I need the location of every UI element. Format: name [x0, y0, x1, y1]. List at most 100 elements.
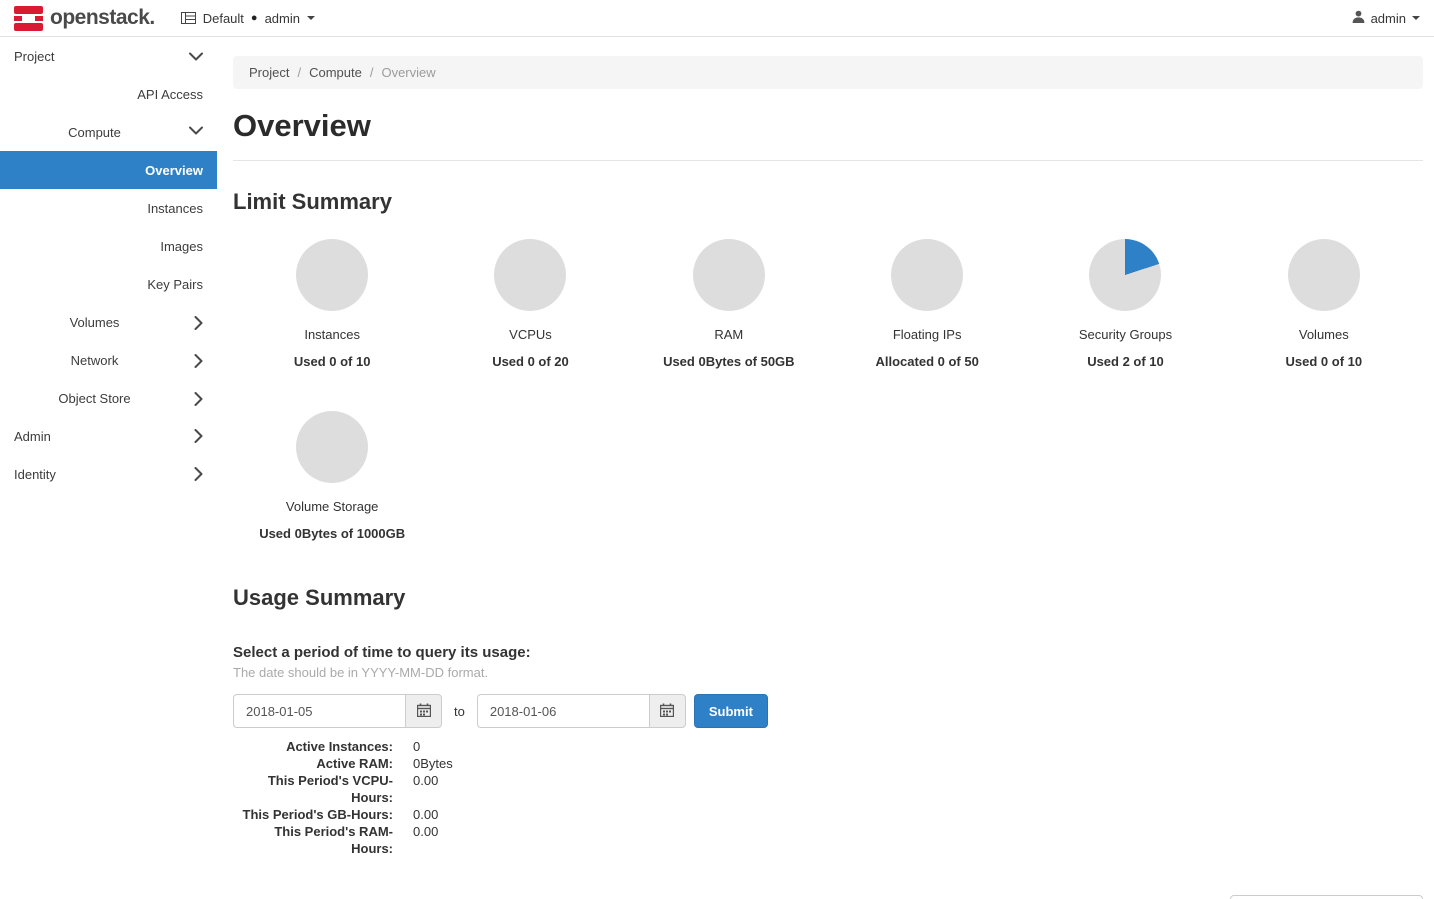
sidebar: Project API Access Compute Overview Inst…: [0, 37, 217, 899]
stat-label: Active Instances:: [233, 738, 393, 755]
limit-chart-floating-ips: Floating IPs Allocated 0 of 50: [828, 223, 1026, 369]
separator-dot: ●: [251, 12, 258, 24]
pie-chart-caption: Used 0 of 10: [1286, 354, 1363, 369]
date-from-group: [233, 694, 442, 728]
user-menu[interactable]: admin: [1352, 10, 1420, 26]
stat-row-ram-hours: This Period's RAM-Hours: 0.00: [233, 823, 1423, 857]
pie-chart-caption: Used 0Bytes of 50GB: [663, 354, 795, 369]
sidebar-item-instances[interactable]: Instances: [0, 189, 217, 227]
pie-chart-caption: Used 2 of 10: [1087, 354, 1164, 369]
sidebar-item-admin[interactable]: Admin: [0, 417, 217, 455]
sidebar-item-compute[interactable]: Compute: [0, 113, 217, 151]
limit-chart-volumes: Volumes Used 0 of 10: [1225, 223, 1423, 369]
limit-chart-volume-storage: Volume Storage Used 0Bytes of 1000GB: [233, 395, 431, 541]
sidebar-item-label: Network: [71, 353, 119, 368]
usage-summary-heading: Usage Summary: [233, 585, 1423, 611]
date-to-group: [477, 694, 686, 728]
submit-button[interactable]: Submit: [694, 694, 768, 728]
chevron-right-icon: [194, 467, 203, 481]
pie-chart-label: Volume Storage: [286, 499, 379, 514]
limit-summary-charts: Instances Used 0 of 10 VCPUs Used 0 of 2…: [233, 223, 1423, 541]
pie-chart-label: Floating IPs: [893, 327, 962, 342]
domain-label: Default: [203, 11, 244, 26]
main-content: Project / Compute / Overview Overview Li…: [217, 37, 1434, 899]
stat-row-vcpu-hours: This Period's VCPU-Hours: 0.00: [233, 772, 1423, 806]
sidebar-item-key-pairs[interactable]: Key Pairs: [0, 265, 217, 303]
sidebar-item-label: API Access: [137, 87, 203, 102]
limit-summary-heading: Limit Summary: [233, 189, 1423, 215]
sidebar-item-label: Object Store: [58, 391, 130, 406]
user-icon: [1352, 10, 1365, 26]
stat-value: 0.00: [413, 806, 438, 823]
pie-chart-caption: Allocated 0 of 50: [876, 354, 979, 369]
sidebar-item-overview[interactable]: Overview: [0, 151, 217, 189]
breadcrumb-compute[interactable]: Compute: [309, 65, 362, 80]
date-to-calendar-addon[interactable]: [649, 694, 686, 728]
breadcrumb-separator: /: [297, 65, 301, 80]
stat-value: 0Bytes: [413, 755, 453, 772]
domain-project-switcher[interactable]: Default ● admin: [181, 11, 315, 26]
sidebar-item-label: Volumes: [70, 315, 120, 330]
calendar-icon: [660, 703, 674, 720]
sidebar-item-label: Images: [160, 239, 203, 254]
pie-chart-label: Instances: [304, 327, 360, 342]
caret-down-icon: [307, 16, 315, 20]
th-list-icon: [181, 12, 196, 24]
pie-chart-caption: Used 0 of 20: [492, 354, 569, 369]
date-range-form: to Submit: [233, 694, 1423, 728]
limit-chart-ram: RAM Used 0Bytes of 50GB: [630, 223, 828, 369]
download-csv-button[interactable]: Download CSV Summary: [1230, 895, 1423, 899]
sidebar-item-label: Compute: [68, 125, 121, 140]
caret-down-icon: [1412, 16, 1420, 20]
pie-chart-label: Volumes: [1299, 327, 1349, 342]
user-name: admin: [1371, 11, 1406, 26]
calendar-icon: [417, 703, 431, 720]
sidebar-item-volumes[interactable]: Volumes: [0, 303, 217, 341]
stat-label: This Period's VCPU-Hours:: [233, 772, 393, 806]
pie-chart-volume-storage: [296, 411, 368, 483]
chevron-right-icon: [194, 316, 203, 330]
chevron-right-icon: [194, 429, 203, 443]
title-divider: [233, 160, 1423, 161]
brand-wordmark: openstack.: [50, 6, 155, 30]
period-help-text: The date should be in YYYY-MM-DD format.: [233, 665, 1423, 680]
project-label: admin: [265, 11, 300, 26]
pie-chart-label: Security Groups: [1079, 327, 1172, 342]
stat-label: This Period's RAM-Hours:: [233, 823, 393, 857]
stat-label: Active RAM:: [233, 755, 393, 772]
date-from-calendar-addon[interactable]: [405, 694, 442, 728]
stat-value: 0: [413, 738, 420, 755]
pie-chart-caption: Used 0Bytes of 1000GB: [259, 526, 405, 541]
brand-logo[interactable]: openstack.: [14, 6, 155, 31]
usage-table-header: Usage Download CSV Summary: [233, 895, 1423, 899]
to-label: to: [454, 704, 465, 719]
date-to-input[interactable]: [477, 694, 649, 728]
pie-chart-instances: [296, 239, 368, 311]
pie-chart-caption: Used 0 of 10: [294, 354, 371, 369]
sidebar-item-network[interactable]: Network: [0, 341, 217, 379]
sidebar-item-label: Overview: [145, 163, 203, 178]
sidebar-item-object-store[interactable]: Object Store: [0, 379, 217, 417]
date-from-input[interactable]: [233, 694, 405, 728]
stat-label: This Period's GB-Hours:: [233, 806, 393, 823]
pie-chart-label: VCPUs: [509, 327, 552, 342]
sidebar-item-images[interactable]: Images: [0, 227, 217, 265]
sidebar-item-label: Project: [14, 49, 54, 64]
chevron-down-icon: [189, 126, 203, 135]
stat-row-active-ram: Active RAM: 0Bytes: [233, 755, 1423, 772]
stat-value: 0.00: [413, 823, 438, 857]
stat-value: 0.00: [413, 772, 438, 806]
breadcrumb: Project / Compute / Overview: [233, 56, 1423, 89]
limit-chart-instances: Instances Used 0 of 10: [233, 223, 431, 369]
breadcrumb-separator: /: [370, 65, 374, 80]
breadcrumb-project[interactable]: Project: [249, 65, 289, 80]
chevron-right-icon: [194, 392, 203, 406]
limit-chart-security-groups: Security Groups Used 2 of 10: [1026, 223, 1224, 369]
pie-chart-floating-ips: [891, 239, 963, 311]
sidebar-item-project[interactable]: Project: [0, 37, 217, 75]
stat-row-gb-hours: This Period's GB-Hours: 0.00: [233, 806, 1423, 823]
sidebar-item-api-access[interactable]: API Access: [0, 75, 217, 113]
sidebar-item-identity[interactable]: Identity: [0, 455, 217, 493]
chevron-right-icon: [194, 354, 203, 368]
pie-chart-security-groups: [1089, 239, 1161, 311]
